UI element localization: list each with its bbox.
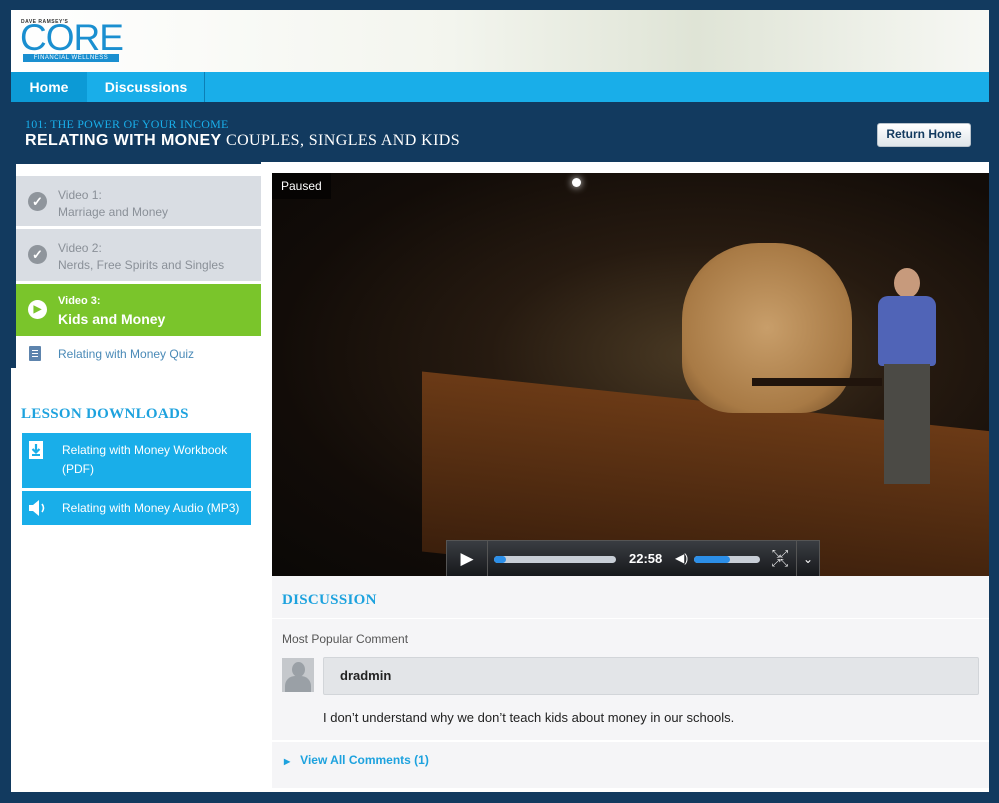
- download-audio-button[interactable]: Relating with Money Audio (MP3): [22, 491, 251, 525]
- nav-divider: [204, 72, 205, 102]
- lesson-title-rest: COUPLES, SINGLES AND KIDS: [226, 132, 461, 149]
- quiz-label: Relating with Money Quiz: [58, 347, 195, 361]
- video-title: Marriage and Money: [58, 205, 169, 219]
- download-label: Relating with Money Workbook (PDF): [62, 443, 228, 476]
- nav-home[interactable]: Home: [11, 72, 87, 102]
- video-frame-presenter: [872, 268, 942, 488]
- video-number: Video 2:: [58, 241, 102, 255]
- video-item-2[interactable]: ✓ Video 2: Nerds, Free Spirits and Singl…: [16, 229, 262, 281]
- time-display: 22:58: [629, 551, 663, 566]
- comment-text: I don’t understand why we don’t teach ki…: [323, 710, 735, 725]
- volume-slider[interactable]: [694, 556, 760, 563]
- video-title: Nerds, Free Spirits and Singles: [58, 258, 225, 272]
- core-logo[interactable]: DAVE RAMSEY'S CORE FINANCIAL WELLNESS: [19, 14, 124, 68]
- video-title: Kids and Money: [58, 311, 166, 327]
- player-controls: ▶ 22:58 ◀) ⤡⤢ ⤢⤡ ⌄: [446, 540, 820, 576]
- main-nav: Home Discussions: [11, 72, 989, 102]
- triangle-right-icon: ▶: [284, 757, 291, 766]
- top-banner: DAVE RAMSEY'S CORE FINANCIAL WELLNESS: [11, 10, 989, 72]
- logo-subtitle: FINANCIAL WELLNESS: [23, 54, 119, 62]
- play-button[interactable]: ▶: [447, 541, 488, 576]
- check-icon: ✓: [28, 245, 47, 264]
- progress-bar[interactable]: [494, 556, 616, 563]
- return-home-button[interactable]: Return Home: [877, 123, 971, 147]
- speaker-icon: [29, 500, 45, 516]
- document-icon: [29, 346, 41, 361]
- comment-author: dradmin: [340, 668, 392, 683]
- volume-fill: [694, 556, 731, 563]
- download-workbook-button[interactable]: Relating with Money Workbook (PDF): [22, 433, 251, 488]
- avatar: [282, 658, 314, 692]
- divider: [272, 740, 989, 742]
- video-frame-light: [572, 178, 581, 187]
- discussion-heading: DISCUSSION: [282, 592, 377, 608]
- bottom-bar: [0, 792, 999, 803]
- discussion-panel: DISCUSSION Most Popular Comment dradmin …: [272, 576, 989, 788]
- page-frame: DAVE RAMSEY'S CORE FINANCIAL WELLNESS Ho…: [11, 10, 989, 792]
- lesson-downloads-heading: LESSON DOWNLOADS: [21, 406, 189, 422]
- most-popular-label: Most Popular Comment: [282, 632, 409, 646]
- download-icon: [29, 441, 43, 459]
- lesson-number: 101: THE POWER OF YOUR INCOME: [25, 117, 229, 131]
- player-status: Paused: [272, 173, 331, 199]
- progress-fill: [494, 556, 507, 563]
- view-all-comments-link[interactable]: ▶ View All Comments (1): [284, 753, 429, 767]
- video-number: Video 3:: [58, 295, 101, 307]
- fullscreen-icon[interactable]: ⤡⤢ ⤢⤡: [772, 550, 788, 569]
- logo-wordmark: CORE: [20, 17, 124, 58]
- video-item-1[interactable]: ✓ Video 1: Marriage and Money: [16, 176, 262, 226]
- video-item-3[interactable]: ▶ Video 3: Kids and Money: [16, 284, 262, 336]
- video-player[interactable]: Paused ▶ 22:58 ◀) ⤡⤢ ⤢⤡ ⌄: [272, 173, 989, 576]
- video-frame-table: [752, 378, 882, 386]
- download-label: Relating with Money Audio (MP3): [62, 501, 240, 515]
- chevron-down-icon[interactable]: ⌄: [796, 541, 819, 576]
- video-frame-tree-prop: [682, 243, 852, 413]
- main-content: Paused ▶ 22:58 ◀) ⤡⤢ ⤢⤡ ⌄ DISCUSSION Most…: [261, 162, 989, 792]
- divider: [272, 618, 989, 619]
- check-icon: ✓: [28, 192, 47, 211]
- view-all-label: View All Comments (1): [300, 753, 429, 767]
- nav-discussions[interactable]: Discussions: [88, 72, 204, 102]
- volume-icon[interactable]: ◀): [675, 551, 688, 565]
- lesson-title: RELATING WITH MONEY COUPLES, SINGLES AND…: [25, 132, 460, 150]
- quiz-link[interactable]: Relating with Money Quiz: [16, 338, 262, 370]
- lesson-header: 101: THE POWER OF YOUR INCOME RELATING W…: [11, 102, 989, 164]
- comment-author-box: dradmin: [323, 657, 979, 695]
- video-number: Video 1:: [58, 188, 102, 202]
- play-circle-icon: ▶: [28, 300, 47, 319]
- lesson-title-bold: RELATING WITH MONEY: [25, 132, 222, 149]
